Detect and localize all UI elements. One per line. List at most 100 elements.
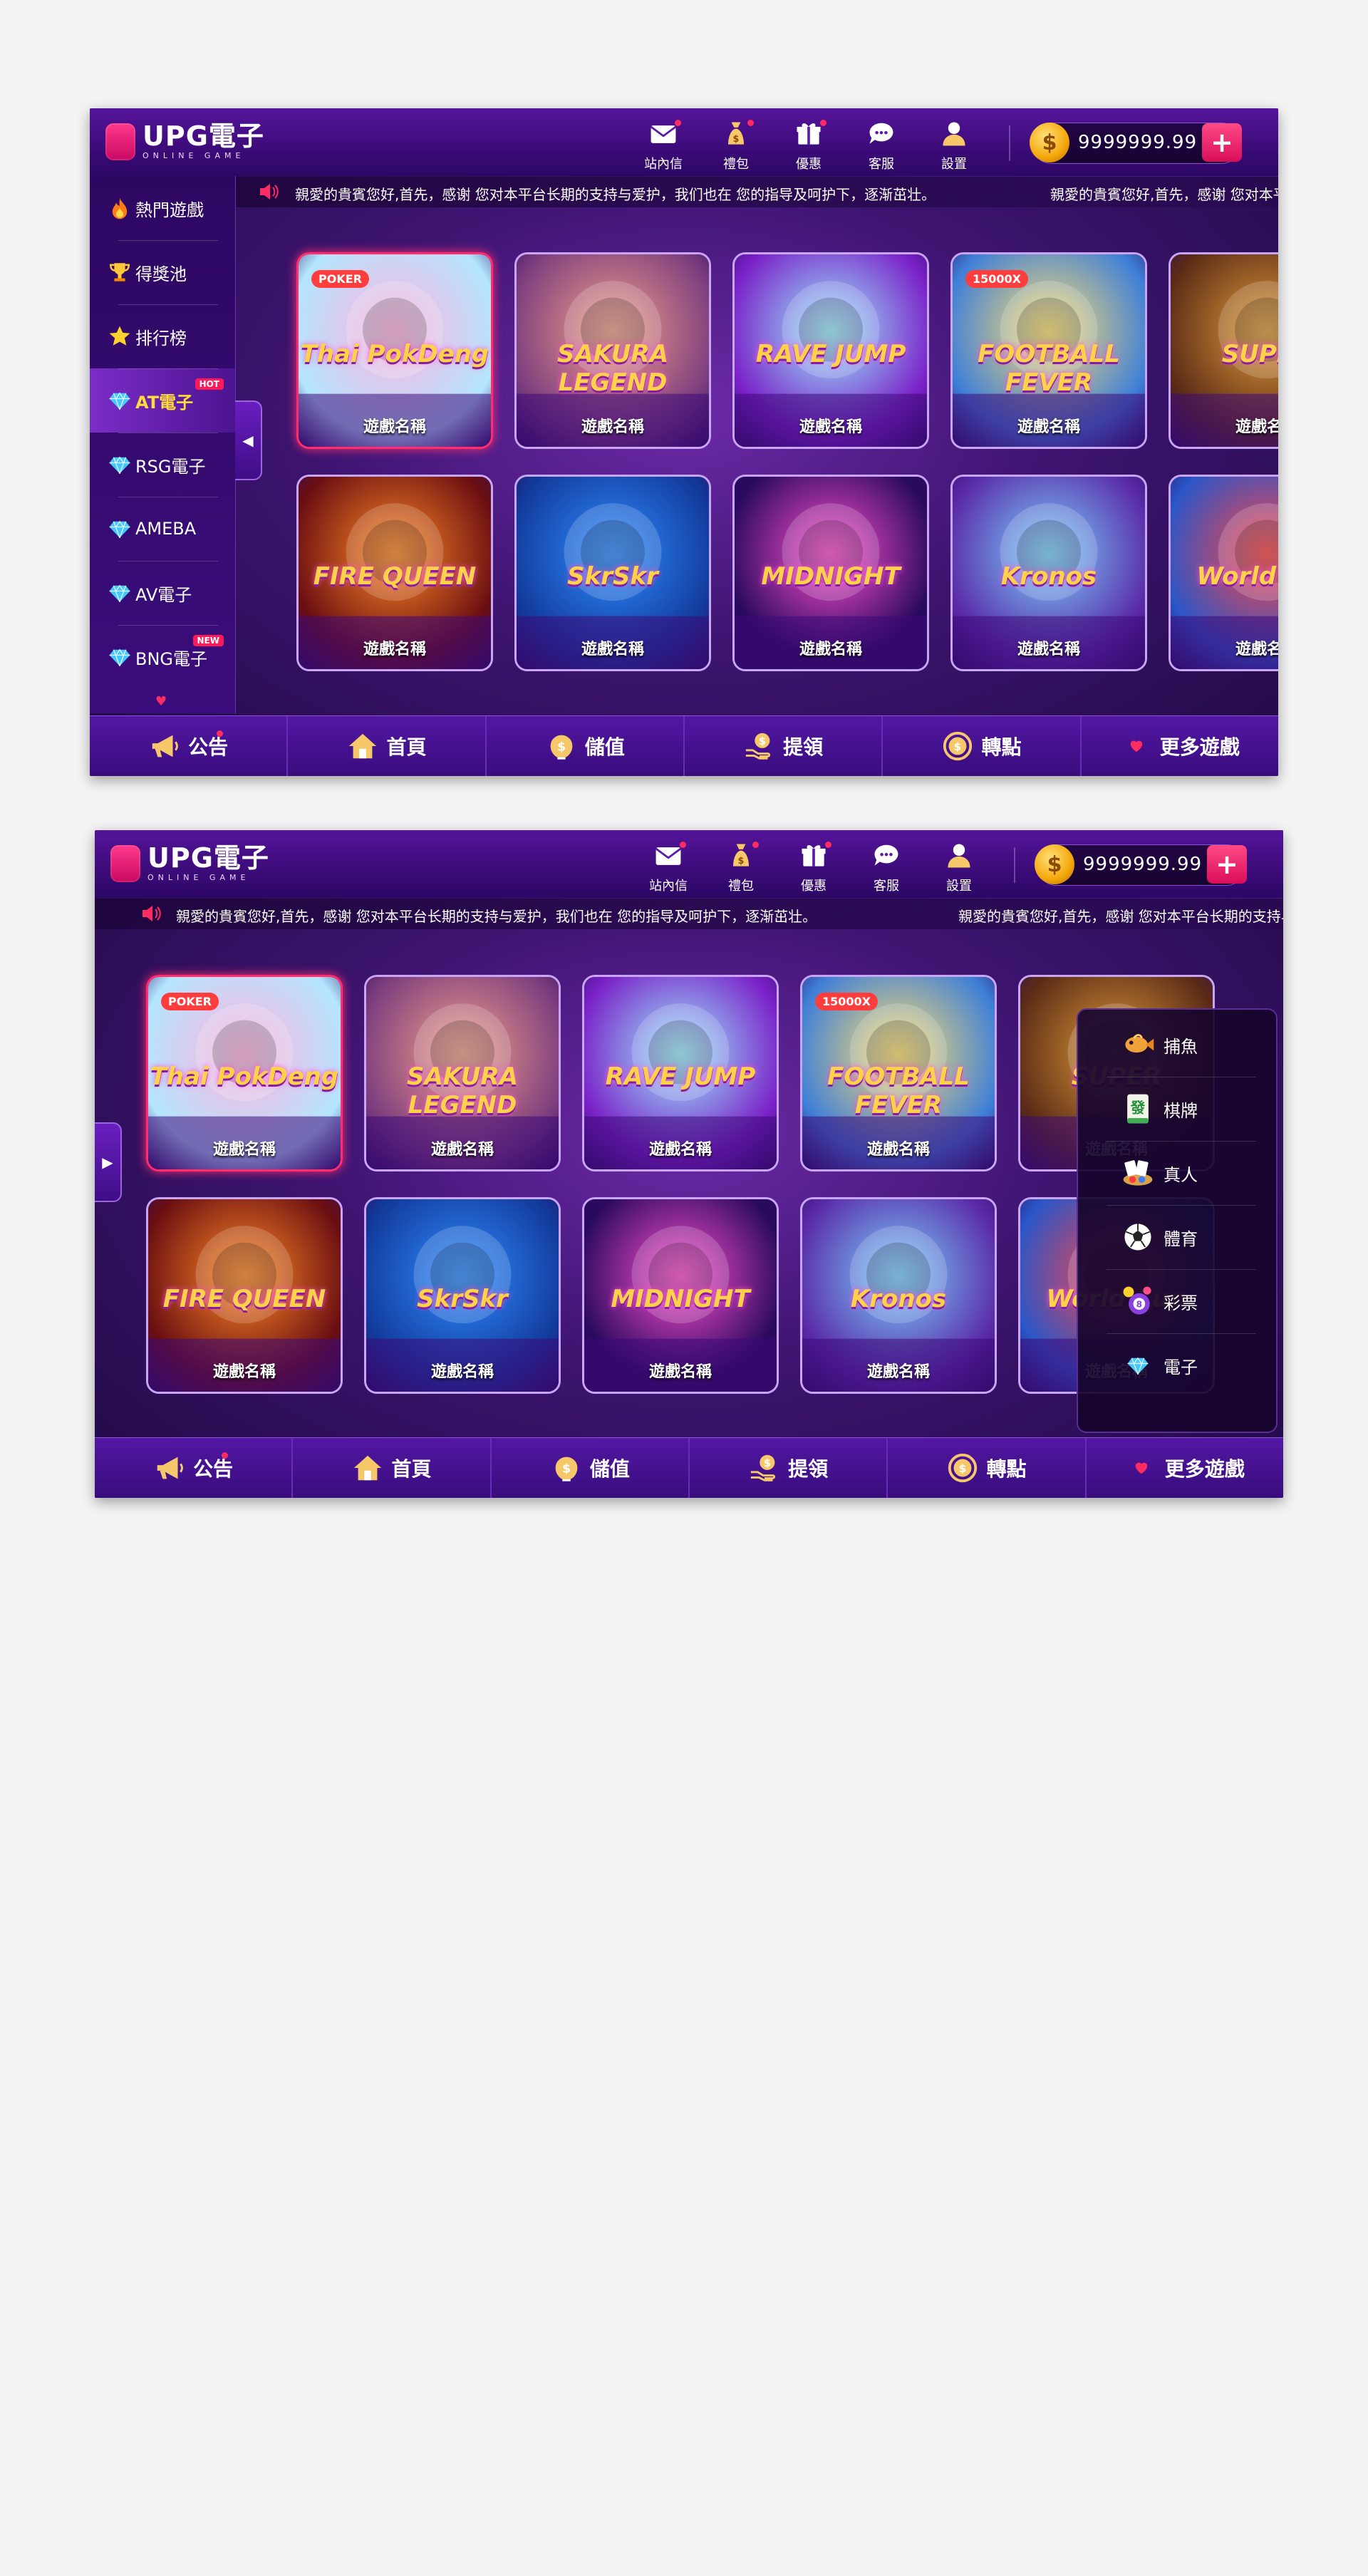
game-card[interactable]: RAVE JUMP 遊戲名稱 xyxy=(582,975,779,1171)
header-action-label: 禮包 xyxy=(723,157,749,172)
notification-dot xyxy=(825,842,831,848)
game-name-label: 遊戲名稱 xyxy=(648,1141,712,1159)
bottom-nav-transfer[interactable]: $ 轉點 xyxy=(883,716,1082,776)
sidebar-item-6[interactable]: AV電子 xyxy=(90,561,235,625)
more-games-popup: 捕魚發 棋牌 真人 體育 8 彩票電子 xyxy=(1077,1008,1278,1433)
coin-icon: $ xyxy=(1035,844,1074,884)
game-card[interactable]: FOOTBALL FEVER 15000X 遊戲名稱 xyxy=(800,975,997,1171)
bottom-nav-transfer[interactable]: $ 轉點 xyxy=(888,1438,1087,1498)
bottom-nav-deposit[interactable]: $ 儲值 xyxy=(487,716,685,776)
more-games-item[interactable]: 真人 xyxy=(1078,1141,1276,1205)
bottom-nav-withdraw[interactable]: $ 提領 xyxy=(690,1438,888,1498)
bottom-nav-label: 首頁 xyxy=(391,1457,432,1481)
trophy-icon xyxy=(105,258,134,286)
header-action-mail[interactable]: 站內信 xyxy=(643,839,693,894)
header-action-mail[interactable]: 站內信 xyxy=(638,117,688,172)
more-games-item[interactable]: 捕魚 xyxy=(1078,1013,1276,1077)
bottom-nav-label: 首頁 xyxy=(386,735,427,759)
header-action-gift[interactable]: 優惠 xyxy=(784,117,834,172)
logo[interactable]: UPG電子 ONLINE GAME xyxy=(105,123,264,160)
game-logo-title: Kronos xyxy=(850,1285,947,1313)
speaker-icon xyxy=(142,906,161,921)
sidebar-item-label: 得獎池 xyxy=(135,264,187,284)
sidebar-item-4[interactable]: RSG電子 xyxy=(90,433,235,497)
add-funds-button[interactable]: + xyxy=(1202,123,1242,162)
header-action-gift[interactable]: 優惠 xyxy=(789,839,839,894)
sidebar-item-2[interactable]: 排行榜 xyxy=(90,304,235,368)
more-games-item[interactable]: 電子 xyxy=(1078,1333,1276,1397)
divider xyxy=(118,368,218,369)
game-name-label: 遊戲名稱 xyxy=(1017,418,1080,436)
speaker-icon xyxy=(260,184,279,200)
game-name-label: 遊戲名稱 xyxy=(363,641,426,658)
bottom-nav-heart[interactable]: 更多遊戲 xyxy=(1082,716,1278,776)
game-card[interactable]: FOOTBALL FEVER 15000X 遊戲名稱 xyxy=(950,252,1147,449)
game-card[interactable]: World Cup 遊戲名稱 xyxy=(1168,475,1278,671)
sidebar-item-label: 熱門遊戲 xyxy=(135,200,204,220)
game-card[interactable]: MIDNIGHT 遊戲名稱 xyxy=(582,1197,779,1394)
game-card[interactable]: Kronos 遊戲名稱 xyxy=(800,1197,997,1394)
game-logo-title: MIDNIGHT xyxy=(761,562,901,591)
more-games-label: 電子 xyxy=(1164,1357,1198,1377)
game-card[interactable]: SAKURA LEGEND 遊戲名稱 xyxy=(514,252,711,449)
svg-text:$: $ xyxy=(954,740,962,753)
withdraw-icon: $ xyxy=(748,1452,781,1484)
notification-dot xyxy=(675,120,681,126)
collapse-sidebar-button[interactable]: ◀ xyxy=(235,400,262,480)
game-tag: POKER xyxy=(161,993,219,1010)
sidebar-item-3[interactable]: AT電子 HOT xyxy=(90,368,235,433)
game-card[interactable]: SkrSkr 遊戲名稱 xyxy=(364,1197,561,1394)
notification-dot xyxy=(752,842,759,848)
announcement-marquee: 親愛的貴賓您好,首先，感谢 您对本平台长期的支持与爱护，我们也在 您的指导及呵护… xyxy=(235,176,1278,207)
sidebar-item-7[interactable]: BNG電子 NEW xyxy=(90,625,235,689)
sidebar-item-0[interactable]: 熱門遊戲 xyxy=(90,176,235,240)
header-action-chat[interactable]: 客服 xyxy=(856,117,906,172)
bottom-nav-home[interactable]: 首頁 xyxy=(288,716,487,776)
game-card[interactable]: FIRE QUEEN 遊戲名稱 xyxy=(296,475,493,671)
game-name-label: 遊戲名稱 xyxy=(866,1141,930,1159)
game-card[interactable]: RAVE JUMP 遊戲名稱 xyxy=(732,252,929,449)
game-card[interactable]: SUPER 遊戲名稱 xyxy=(1168,252,1278,449)
header-action-money-bag[interactable]: $ 禮包 xyxy=(711,117,761,172)
bottom-nav-home[interactable]: 首頁 xyxy=(293,1438,492,1498)
notification-dot xyxy=(820,120,826,126)
bottom-nav-heart[interactable]: 更多遊戲 xyxy=(1087,1438,1283,1498)
more-games-item[interactable]: 體育 xyxy=(1078,1205,1276,1269)
more-games-item[interactable]: 8 彩票 xyxy=(1078,1269,1276,1333)
sidebar-item-5[interactable]: AMEBA xyxy=(90,497,235,561)
header: UPG電子 ONLINE GAME 站內信 $ 禮包 優惠 客服 設置 $ 9999999… xyxy=(90,108,1278,177)
game-card[interactable]: Kronos 遊戲名稱 xyxy=(950,475,1147,671)
game-card[interactable]: SkrSkr 遊戲名稱 xyxy=(514,475,711,671)
game-card[interactable]: Thai PokDeng POKER 遊戲名稱 xyxy=(146,975,343,1171)
header-action-user[interactable]: 設置 xyxy=(929,117,979,172)
header-action-user[interactable]: 設置 xyxy=(934,839,984,894)
sidebar-item-1[interactable]: 得獎池 xyxy=(90,240,235,304)
bottom-nav: 公告 首頁 $ 儲值 $ 提領 $ 轉點 更多遊戲 xyxy=(90,715,1278,776)
header-action-money-bag[interactable]: $ 禮包 xyxy=(716,839,766,894)
game-card[interactable]: SAKURA LEGEND 遊戲名稱 xyxy=(364,975,561,1171)
header-action-label: 站內信 xyxy=(644,157,683,172)
add-funds-button[interactable]: + xyxy=(1207,845,1247,884)
header-action-label: 優惠 xyxy=(796,157,822,172)
chat-icon xyxy=(864,117,898,151)
bottom-nav-withdraw[interactable]: $ 提領 xyxy=(685,716,884,776)
balance-value: 9999999.99 xyxy=(1083,854,1203,875)
game-logo-title: Kronos xyxy=(1000,562,1097,591)
divider xyxy=(118,304,218,305)
bottom-nav-label: 公告 xyxy=(193,1457,234,1481)
bottom-nav-deposit[interactable]: $ 儲值 xyxy=(492,1438,690,1498)
bottom-nav-megaphone[interactable]: 公告 xyxy=(90,716,289,776)
game-card[interactable]: MIDNIGHT 遊戲名稱 xyxy=(732,475,929,671)
game-card[interactable]: FIRE QUEEN 遊戲名稱 xyxy=(146,1197,343,1394)
fish-icon xyxy=(1118,1025,1158,1065)
header-action-label: 客服 xyxy=(869,157,894,172)
bottom-nav-megaphone[interactable]: 公告 xyxy=(95,1438,294,1498)
logo[interactable]: UPG電子 ONLINE GAME xyxy=(110,844,269,882)
scroll-more-indicator[interactable]: ♥ xyxy=(155,694,167,709)
expand-sidebar-button[interactable]: ▶ xyxy=(95,1122,122,1202)
header-action-chat[interactable]: 客服 xyxy=(861,839,911,894)
deposit-icon: $ xyxy=(550,1452,583,1484)
svg-text:$: $ xyxy=(759,736,766,748)
more-games-item[interactable]: 發 棋牌 xyxy=(1078,1077,1276,1141)
game-card[interactable]: Thai PokDeng POKER 遊戲名稱 xyxy=(296,252,493,449)
